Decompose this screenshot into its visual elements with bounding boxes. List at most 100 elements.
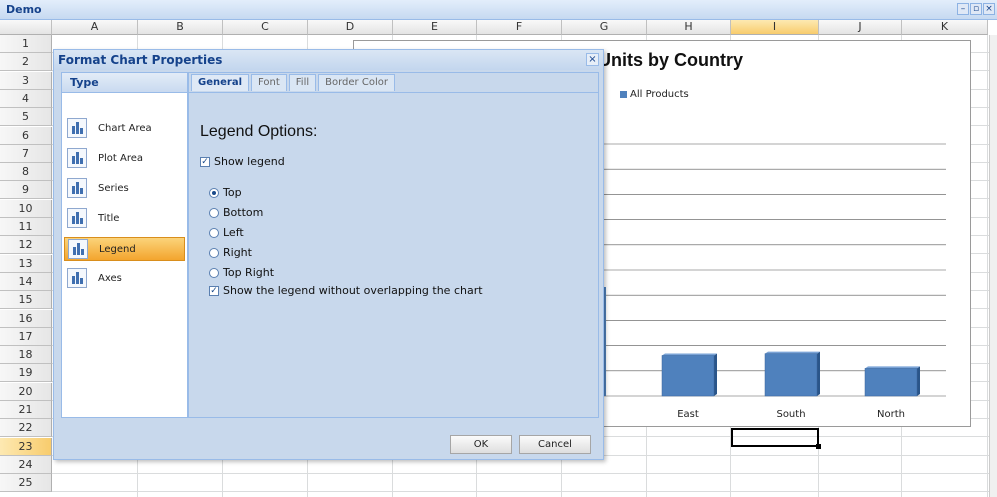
row-header-1[interactable]: 1: [0, 35, 52, 53]
column-header-b[interactable]: B: [138, 20, 223, 35]
row-gridline: [52, 491, 997, 493]
position-radio-left[interactable]: [209, 228, 219, 238]
close-window-icon[interactable]: ×: [983, 3, 995, 15]
chart-bar-side: [917, 366, 920, 396]
column-header-i[interactable]: I: [731, 20, 819, 35]
position-label: Left: [223, 226, 244, 239]
row-header-22[interactable]: 22: [0, 419, 52, 438]
type-item-label: Plot Area: [98, 153, 144, 164]
position-radio-top-right[interactable]: [209, 268, 219, 278]
tab-general[interactable]: General: [191, 74, 249, 91]
chart-bar-east[interactable]: [661, 355, 715, 397]
row-header-9[interactable]: 9: [0, 181, 52, 200]
row-header-11[interactable]: 11: [0, 218, 52, 236]
row-gridline: [52, 472, 997, 474]
position-label: Bottom: [223, 206, 264, 219]
type-item-plot-area[interactable]: Plot Area: [64, 147, 185, 171]
ok-button[interactable]: OK: [450, 435, 512, 454]
type-item-title[interactable]: Title: [64, 207, 185, 231]
column-header-g[interactable]: G: [562, 20, 647, 35]
row-header-25[interactable]: 25: [0, 474, 52, 493]
type-item-legend[interactable]: Legend: [64, 237, 185, 261]
row-header-4[interactable]: 4: [0, 89, 52, 108]
row-header-15[interactable]: 15: [0, 291, 52, 310]
x-tick-label: South: [776, 409, 805, 420]
position-label: Top Right: [223, 266, 275, 279]
column-gridline: [987, 35, 988, 497]
show-legend-label: Show legend: [214, 155, 285, 168]
chart-bar-north[interactable]: [864, 368, 918, 397]
row-header-19[interactable]: 19: [0, 364, 52, 383]
chart-bar-top: [662, 353, 717, 356]
type-item-label: Title: [98, 213, 120, 224]
type-item-label: Legend: [99, 244, 136, 255]
chart-bar-top: [765, 351, 820, 354]
column-header-a[interactable]: A: [52, 20, 138, 35]
row-header-24[interactable]: 24: [0, 455, 52, 474]
column-header-d[interactable]: D: [308, 20, 393, 35]
window-title: Demo: [6, 3, 42, 16]
position-radio-right[interactable]: [209, 248, 219, 258]
options-panel: General Font Fill Border Color Legend Optio…: [188, 72, 599, 418]
type-item-series[interactable]: Series: [64, 177, 185, 201]
chart-bar-side: [714, 353, 717, 396]
x-tick-label: East: [677, 409, 699, 420]
row-header-5[interactable]: 5: [0, 108, 52, 127]
type-item-label: Series: [98, 183, 129, 194]
vertical-scrollbar[interactable]: [989, 35, 997, 497]
type-panel: Type Chart Area Plot Area Series Title Legen…: [61, 72, 188, 418]
type-item-axes[interactable]: Axes: [64, 267, 185, 291]
row-header-18[interactable]: 18: [0, 346, 52, 365]
tab-fill[interactable]: Fill: [288, 74, 317, 91]
close-icon[interactable]: ×: [586, 53, 599, 66]
no-overlap-label: Show the legend without overlapping the …: [223, 284, 483, 297]
format-chart-dialog: Format Chart Properties × Type Chart Are…: [53, 49, 604, 460]
row-header-12[interactable]: 12: [0, 236, 52, 255]
selected-cell[interactable]: [731, 428, 821, 449]
row-header-6[interactable]: 6: [0, 126, 52, 145]
row-header-13[interactable]: 13: [0, 254, 52, 273]
series-icon: [67, 178, 87, 198]
show-legend-checkbox[interactable]: ✓: [200, 157, 210, 167]
tab-border-color[interactable]: Border Color: [318, 74, 395, 91]
column-header-c[interactable]: C: [223, 20, 308, 35]
plot-area-icon: [67, 148, 87, 168]
tab-divider: [189, 92, 598, 93]
row-header-3[interactable]: 3: [0, 71, 52, 90]
tab-font[interactable]: Font: [251, 74, 287, 91]
x-tick-label: North: [877, 409, 905, 420]
row-header-16[interactable]: 16: [0, 309, 52, 328]
dialog-header[interactable]: Format Chart Properties ×: [54, 50, 603, 70]
dialog-title: Format Chart Properties: [58, 53, 223, 67]
row-header-8[interactable]: 8: [0, 163, 52, 182]
no-overlap-checkbox[interactable]: ✓: [209, 286, 219, 296]
corner-header[interactable]: [0, 20, 52, 35]
window-titlebar: Demo – ▫ ×: [0, 0, 997, 20]
type-item-label: Chart Area: [98, 123, 152, 134]
row-header-17[interactable]: 17: [0, 327, 52, 346]
restore-icon[interactable]: ▫: [970, 3, 982, 15]
row-header-21[interactable]: 21: [0, 401, 52, 419]
type-header: Type: [62, 73, 187, 93]
chart-area-icon: [67, 118, 87, 138]
type-item-label: Axes: [98, 273, 122, 284]
type-item-chart-area[interactable]: Chart Area: [64, 117, 185, 141]
row-header-2[interactable]: 2: [0, 53, 52, 72]
column-header-j[interactable]: J: [819, 20, 902, 35]
row-header-20[interactable]: 20: [0, 382, 52, 401]
chart-bar-south[interactable]: [764, 353, 818, 397]
minimize-icon[interactable]: –: [957, 3, 969, 15]
column-header-h[interactable]: H: [647, 20, 731, 35]
column-header-e[interactable]: E: [393, 20, 477, 35]
row-header-14[interactable]: 14: [0, 272, 52, 291]
row-header-10[interactable]: 10: [0, 199, 52, 218]
column-header-f[interactable]: F: [477, 20, 562, 35]
column-header-k[interactable]: K: [902, 20, 988, 35]
position-radio-top[interactable]: [209, 188, 219, 198]
title-icon: [67, 208, 87, 228]
cancel-button[interactable]: Cancel: [519, 435, 591, 454]
row-header-7[interactable]: 7: [0, 144, 52, 163]
tab-strip: General Font Fill Border Color: [191, 74, 397, 92]
row-header-23[interactable]: 23: [0, 437, 52, 456]
position-radio-bottom[interactable]: [209, 208, 219, 218]
